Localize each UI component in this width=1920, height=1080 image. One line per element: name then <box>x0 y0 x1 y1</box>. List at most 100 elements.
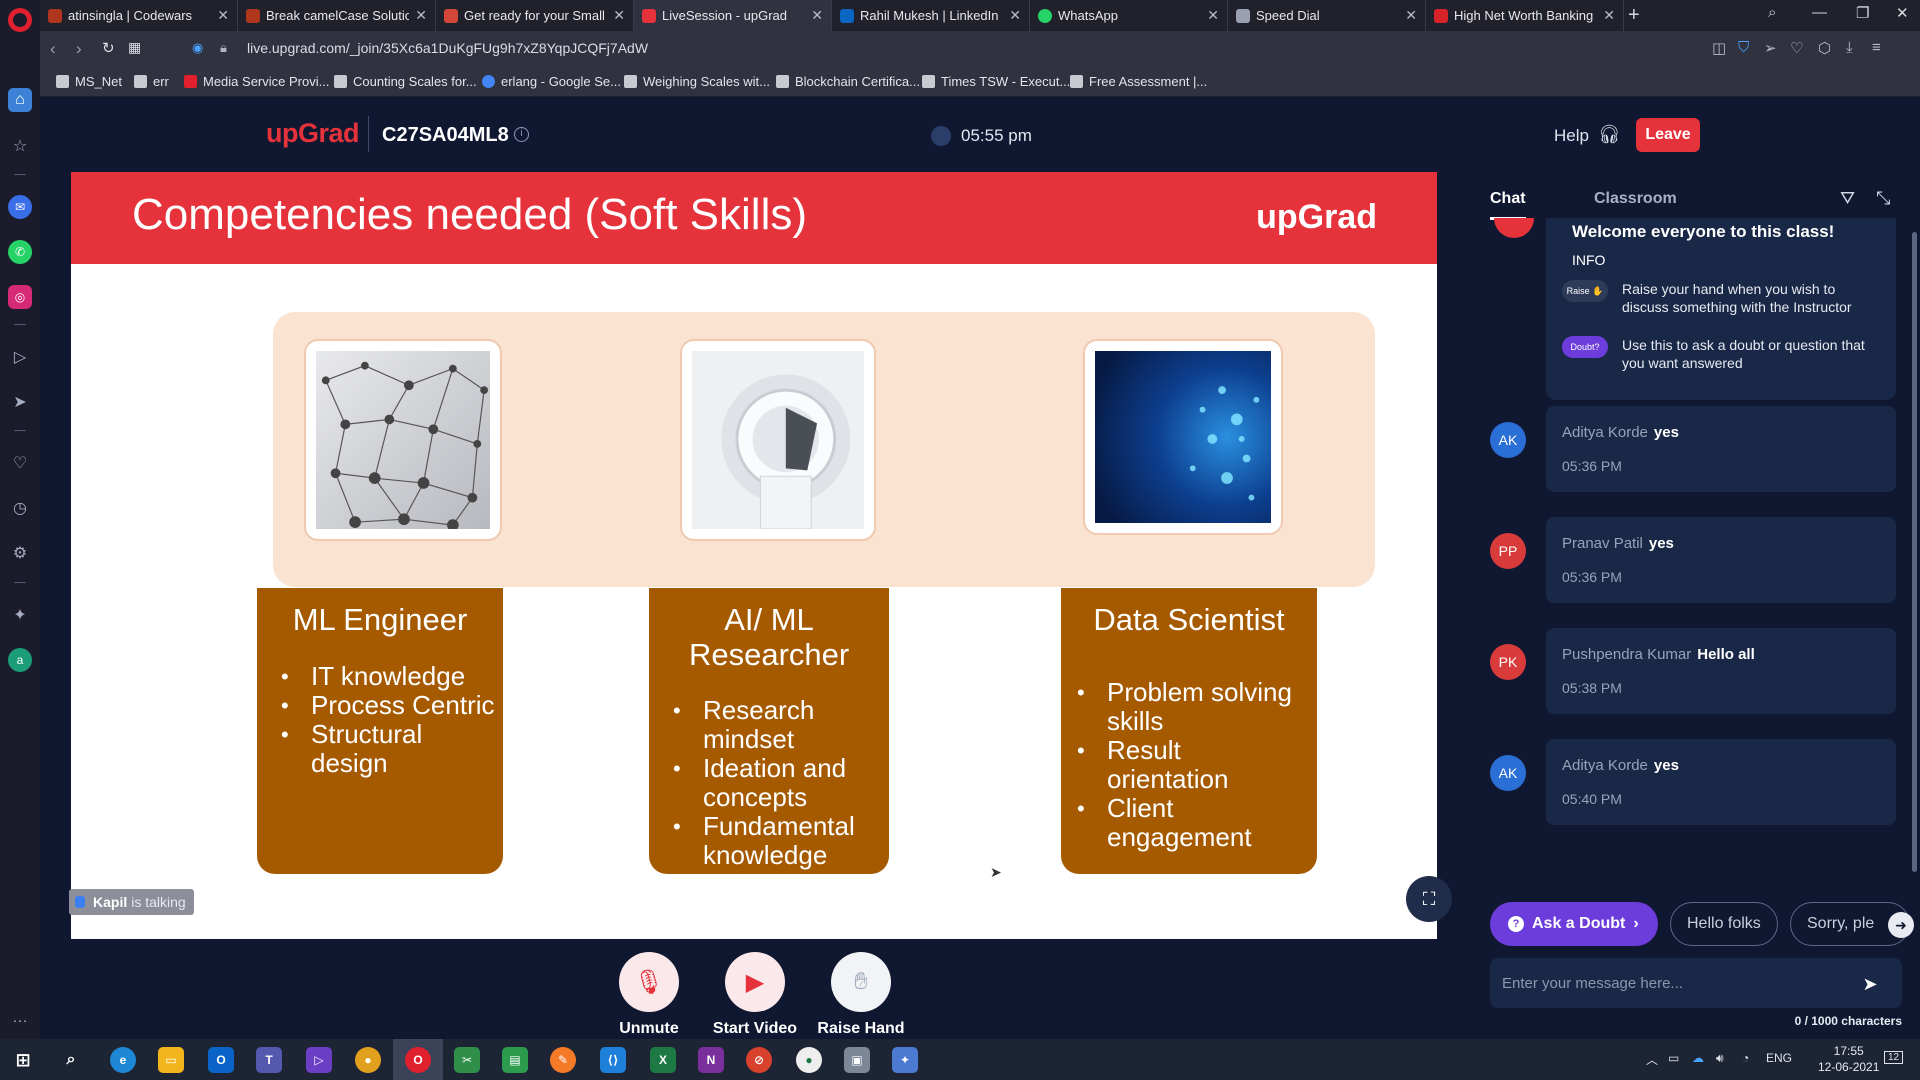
bookmark[interactable]: Media Service Provi... <box>184 74 329 89</box>
search-tabs-icon[interactable]: ⌕ <box>1768 4 1776 21</box>
arrow-right-icon[interactable]: ➜ <box>1888 912 1914 938</box>
collapse-icon[interactable]: ⤡ <box>1876 188 1890 209</box>
git-app-icon[interactable]: ⊘ <box>746 1047 772 1073</box>
quick-reply-chip[interactable]: Hello folks <box>1670 902 1778 946</box>
browser-tab[interactable]: Get ready for your Small G ✕ <box>436 0 634 31</box>
bookmark[interactable]: Counting Scales for... <box>334 74 477 89</box>
pin-icon[interactable]: ☆ <box>8 134 32 158</box>
more-icon[interactable]: … <box>8 1006 32 1030</box>
bookmark[interactable]: Free Assessment |... <box>1070 74 1207 89</box>
home-icon[interactable]: ⌂ <box>8 88 32 112</box>
back-icon[interactable]: ‹ <box>50 39 56 59</box>
start-video-control[interactable]: ▶︎ Start Video <box>700 952 810 1038</box>
send-icon[interactable]: ➤ <box>1855 969 1885 999</box>
lock-icon[interactable]: 🔒︎ <box>220 40 227 56</box>
vpn-icon[interactable]: ◉ <box>192 40 203 56</box>
chevron-up-icon[interactable]: ︿ <box>1646 1051 1658 1068</box>
info-icon[interactable]: i <box>514 127 529 142</box>
close-icon[interactable]: ✕ <box>811 7 823 24</box>
bookmark[interactable]: Times TSW - Execut... <box>922 74 1070 89</box>
visual-studio-icon[interactable]: ▷ <box>306 1047 332 1073</box>
bookmark[interactable]: erlang - Google Se... <box>482 74 621 89</box>
close-icon[interactable]: ✕ <box>1603 7 1615 24</box>
send-icon[interactable]: ➢ <box>1764 39 1777 57</box>
ask-doubt-button[interactable]: ? Ask a Doubt › <box>1490 902 1658 946</box>
chat-scrollbar[interactable] <box>1912 232 1917 872</box>
language-indicator[interactable]: ENG <box>1766 1051 1792 1065</box>
app-orange-icon[interactable]: ✎ <box>550 1047 576 1073</box>
headset-icon[interactable]: 🎧︎ <box>1598 124 1621 145</box>
menu-icon[interactable]: ≡ <box>1872 39 1881 56</box>
browser-tab[interactable]: atinsingla | Codewars ✕ <box>40 0 238 31</box>
help-button[interactable]: Help <box>1554 126 1589 146</box>
browser-tab[interactable]: High Net Worth Banking - ✕ <box>1426 0 1624 31</box>
outlook-icon[interactable]: O <box>208 1047 234 1073</box>
tabs-grid-icon[interactable]: ▦ <box>128 39 141 56</box>
notepad-icon[interactable]: ▤ <box>502 1047 528 1073</box>
restore-icon[interactable]: ❐ <box>1856 4 1869 22</box>
tab-chat[interactable]: Chat <box>1490 190 1526 220</box>
excel-icon[interactable]: X <box>650 1047 676 1073</box>
chrome-icon[interactable]: ● <box>355 1047 381 1073</box>
close-icon[interactable]: ✕ <box>1405 7 1417 24</box>
vscode-icon[interactable]: ⟨⟩ <box>600 1047 626 1073</box>
app-a-icon[interactable]: a <box>8 648 32 672</box>
browser-tab[interactable]: WhatsApp ✕ <box>1030 0 1228 31</box>
onenote-icon[interactable]: N <box>698 1047 724 1073</box>
camera-icon[interactable]: ◫ <box>1712 39 1726 57</box>
teams-icon[interactable]: T <box>256 1047 282 1073</box>
wifi-icon[interactable]: ◔ <box>1742 1051 1749 1065</box>
close-window-icon[interactable]: ✕ <box>1896 4 1909 22</box>
bookmark[interactable]: MS_Net <box>56 74 122 89</box>
opera-icon[interactable]: O <box>405 1047 431 1073</box>
mic-off-icon[interactable]: 🎙︎ <box>619 952 679 1012</box>
message-input[interactable] <box>1490 958 1902 1008</box>
bookmark[interactable]: Blockchain Certifica... <box>776 74 920 89</box>
settings-icon[interactable]: ⚙ <box>8 541 32 565</box>
download-icon[interactable]: ⤓ <box>1846 39 1853 56</box>
whatsapp-icon[interactable]: ✆ <box>8 240 32 264</box>
close-icon[interactable]: ✕ <box>217 7 229 24</box>
onedrive-icon[interactable]: ☁ <box>1692 1051 1704 1065</box>
reload-icon[interactable]: ↻ <box>102 39 115 57</box>
flow-icon[interactable]: ➤ <box>8 390 32 414</box>
close-icon[interactable]: ✕ <box>1009 7 1021 24</box>
heart-icon[interactable]: ♡ <box>1790 39 1803 57</box>
raise-hand-control[interactable]: ✋︎ Raise Hand <box>806 952 916 1038</box>
opera-logo-icon[interactable] <box>8 8 32 32</box>
video-off-icon[interactable]: ▶︎ <box>725 952 785 1012</box>
url-field[interactable]: live.upgrad.com/_join/35Xc6a1DuKgFUg9h7x… <box>247 40 648 56</box>
app-grey-icon[interactable]: ▣ <box>844 1047 870 1073</box>
unmute-control[interactable]: 🎙︎ Unmute <box>594 952 704 1038</box>
browser-tab[interactable]: Break camelCase Solutions ✕ <box>238 0 436 31</box>
leave-button[interactable]: Leave <box>1636 118 1700 152</box>
volume-icon[interactable]: 🔊︎ <box>1716 1051 1724 1066</box>
chat-messages[interactable]: Welcome everyone to this class! INFO Rai… <box>1474 218 1904 948</box>
app-green-dot-icon[interactable]: ● <box>796 1047 822 1073</box>
minimize-icon[interactable]: — <box>1812 4 1827 21</box>
close-icon[interactable]: ✕ <box>415 7 427 24</box>
messenger-icon[interactable]: ✉ <box>8 195 32 219</box>
bookmark[interactable]: err <box>134 74 169 89</box>
close-icon[interactable]: ✕ <box>1207 7 1219 24</box>
close-icon[interactable]: ✕ <box>613 7 625 24</box>
bulb-icon[interactable]: ✦ <box>8 603 32 627</box>
snipping-icon[interactable]: ✂ <box>454 1047 480 1073</box>
player-icon[interactable]: ▷ <box>8 345 32 369</box>
instagram-icon[interactable]: ◎ <box>8 285 32 309</box>
hand-icon[interactable]: ✋︎ <box>831 952 891 1012</box>
shield-icon[interactable]: ⛉ <box>1738 39 1749 56</box>
bookmark[interactable]: Weighing Scales wit... <box>624 74 770 89</box>
cube-icon[interactable]: ⬡ <box>1818 39 1831 57</box>
clock[interactable]: 17:55 12-06-2021 <box>1818 1043 1879 1075</box>
browser-tab[interactable]: Rahil Mukesh | LinkedIn ✕ <box>832 0 1030 31</box>
file-explorer-icon[interactable]: ▭ <box>158 1047 184 1073</box>
search-icon[interactable]: ⌕ <box>58 1047 84 1073</box>
new-tab-icon[interactable]: + <box>1628 4 1640 27</box>
notification-badge[interactable]: 12 <box>1884 1051 1904 1064</box>
battery-icon[interactable]: ▭ <box>1668 1051 1679 1065</box>
fullscreen-button[interactable]: ⛶ <box>1406 876 1452 922</box>
history-icon[interactable]: ◷ <box>8 496 32 520</box>
edge-icon[interactable]: e <box>110 1047 136 1073</box>
browser-tab-active[interactable]: LiveSession - upGrad ✕ <box>634 0 832 31</box>
